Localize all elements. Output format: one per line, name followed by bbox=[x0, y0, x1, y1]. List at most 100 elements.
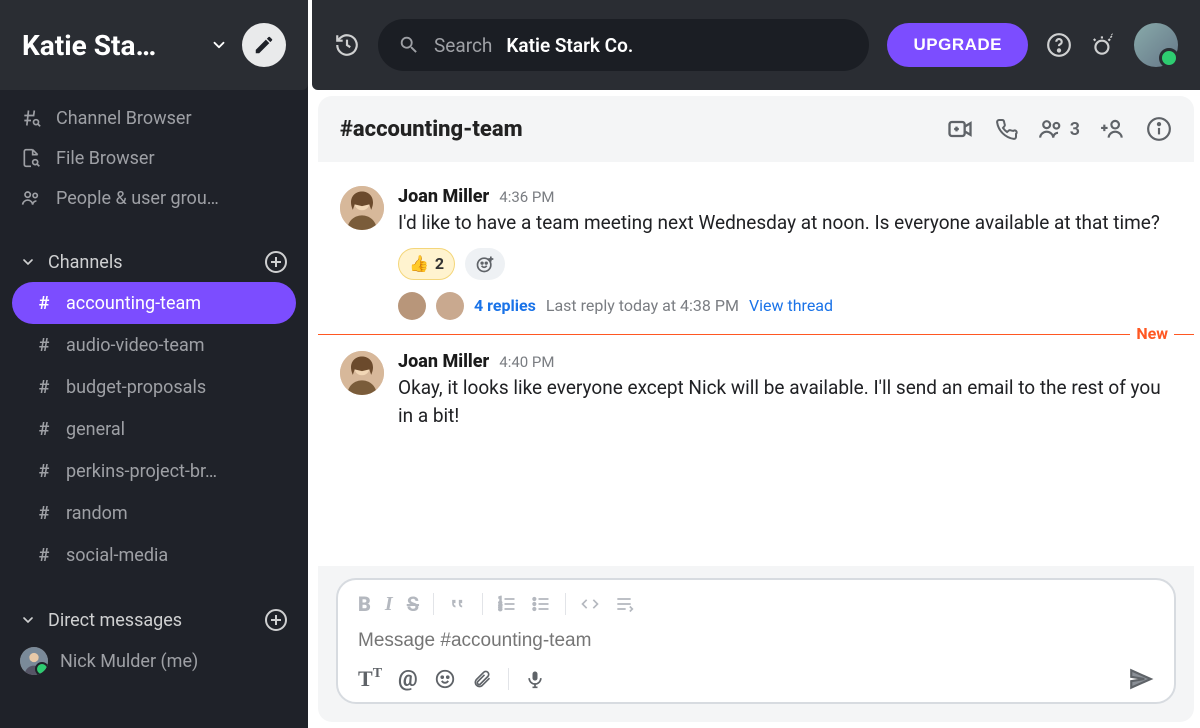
channel-title[interactable]: #accounting-team bbox=[340, 117, 926, 142]
sidebar: Katie Sta… Channel Browser File Browser … bbox=[0, 0, 308, 728]
reaction-count: 2 bbox=[435, 254, 444, 273]
channel-item-social-media[interactable]: # social-media bbox=[12, 534, 296, 576]
dm-section-header[interactable]: Direct messages bbox=[0, 600, 308, 640]
section-title: Channels bbox=[48, 252, 252, 273]
quote-button[interactable] bbox=[448, 594, 468, 614]
message-list[interactable]: Joan Miller 4:36 PM I'd like to have a t… bbox=[318, 162, 1194, 566]
dm-item-self[interactable]: Nick Mulder (me) bbox=[0, 640, 308, 682]
member-count: 3 bbox=[1070, 119, 1080, 140]
avatar[interactable] bbox=[340, 351, 384, 395]
channel-item-accounting-team[interactable]: # accounting-team bbox=[12, 282, 296, 324]
nav-people[interactable]: People & user grou… bbox=[0, 178, 308, 218]
channel-item-budget-proposals[interactable]: # budget-proposals bbox=[12, 366, 296, 408]
divider bbox=[433, 593, 434, 615]
message-author[interactable]: Joan Miller bbox=[398, 351, 489, 372]
composer-actions: TT @ bbox=[352, 658, 1160, 694]
nav-label: People & user grou… bbox=[56, 188, 219, 209]
reaction-thumbs-up[interactable]: 👍 2 bbox=[398, 248, 455, 280]
microphone-button[interactable] bbox=[525, 668, 545, 690]
emoji-button[interactable] bbox=[434, 668, 456, 690]
add-channel-button[interactable] bbox=[264, 250, 288, 274]
video-call-button[interactable] bbox=[946, 115, 974, 143]
thread-summary[interactable]: 4 replies Last reply today at 4:38 PM Vi… bbox=[398, 292, 1172, 320]
add-dm-button[interactable] bbox=[264, 608, 288, 632]
message-time: 4:40 PM bbox=[499, 353, 554, 371]
reactions: 👍 2 bbox=[398, 248, 1172, 280]
channel-name: random bbox=[66, 503, 128, 524]
hash-icon: # bbox=[36, 335, 52, 356]
compose-button[interactable] bbox=[242, 23, 286, 67]
section-title: Direct messages bbox=[48, 610, 252, 631]
channel-header: #accounting-team 3 bbox=[318, 96, 1194, 162]
channel-item-audio-video-team[interactable]: # audio-video-team bbox=[12, 324, 296, 366]
chevron-down-icon bbox=[20, 254, 36, 270]
history-icon[interactable] bbox=[334, 32, 360, 58]
channel-item-general[interactable]: # general bbox=[12, 408, 296, 450]
workspace-header[interactable]: Katie Sta… bbox=[0, 0, 308, 90]
channel-pane: #accounting-team 3 Joan Miller 4:36 PM I… bbox=[318, 96, 1194, 722]
avatar bbox=[398, 292, 426, 320]
channel-name: budget-proposals bbox=[66, 377, 206, 398]
chevron-down-icon bbox=[20, 612, 36, 628]
help-icon[interactable] bbox=[1046, 32, 1072, 58]
whats-new-icon[interactable] bbox=[1090, 32, 1116, 58]
attach-button[interactable] bbox=[472, 668, 492, 690]
message-time: 4:36 PM bbox=[499, 188, 554, 206]
ordered-list-button[interactable]: 123 bbox=[497, 594, 517, 614]
mention-button[interactable]: @ bbox=[398, 667, 418, 692]
message-input[interactable] bbox=[352, 624, 1160, 658]
code-block-button[interactable] bbox=[614, 594, 634, 614]
avatar bbox=[436, 292, 464, 320]
dm-label: Nick Mulder (me) bbox=[60, 651, 198, 672]
file-search-icon bbox=[20, 148, 42, 168]
divider bbox=[565, 593, 566, 615]
code-button[interactable] bbox=[580, 594, 600, 614]
message: Joan Miller 4:40 PM Okay, it looks like … bbox=[318, 343, 1194, 439]
audio-call-button[interactable] bbox=[994, 117, 1018, 141]
divider bbox=[482, 593, 483, 615]
bullet-list-button[interactable] bbox=[531, 594, 551, 614]
send-button[interactable] bbox=[1128, 666, 1154, 692]
italic-button[interactable]: I bbox=[385, 593, 393, 616]
thread-replies[interactable]: 4 replies bbox=[474, 296, 536, 315]
nav-file-browser[interactable]: File Browser bbox=[0, 138, 308, 178]
hash-icon: # bbox=[36, 377, 52, 398]
search-prefix: Search bbox=[434, 34, 492, 57]
new-label: New bbox=[1130, 324, 1174, 343]
message-text: I'd like to have a team meeting next Wed… bbox=[398, 209, 1172, 238]
sidebar-scroll[interactable]: Channel Browser File Browser People & us… bbox=[0, 90, 308, 728]
avatar[interactable] bbox=[340, 186, 384, 230]
channels-section-header[interactable]: Channels bbox=[0, 242, 308, 282]
channel-name: social-media bbox=[66, 545, 168, 566]
message-composer: B I S 123 TT @ bbox=[336, 578, 1176, 704]
format-toggle-button[interactable]: TT bbox=[358, 666, 382, 692]
hash-icon: # bbox=[36, 419, 52, 440]
new-messages-divider: New bbox=[318, 334, 1194, 335]
add-people-button[interactable] bbox=[1100, 116, 1126, 142]
channel-info-button[interactable] bbox=[1146, 116, 1172, 142]
members-button[interactable]: 3 bbox=[1038, 116, 1080, 142]
nav-channel-browser[interactable]: Channel Browser bbox=[0, 98, 308, 138]
channel-item-perkins-project[interactable]: # perkins-project-br… bbox=[12, 450, 296, 492]
format-toolbar: B I S 123 bbox=[352, 590, 1160, 624]
search-bar[interactable]: Search Katie Stark Co. bbox=[378, 19, 869, 71]
search-context: Katie Stark Co. bbox=[506, 34, 633, 57]
user-avatar[interactable] bbox=[1134, 23, 1178, 67]
channel-name: accounting-team bbox=[66, 293, 201, 314]
add-reaction-button[interactable] bbox=[465, 248, 505, 280]
main: Search Katie Stark Co. UPGRADE #accounti… bbox=[308, 0, 1200, 728]
view-thread-link[interactable]: View thread bbox=[749, 296, 833, 315]
chevron-down-icon[interactable] bbox=[210, 36, 228, 54]
channel-name: general bbox=[66, 419, 125, 440]
strike-button[interactable]: S bbox=[407, 592, 419, 616]
hash-icon: # bbox=[36, 461, 52, 482]
avatar bbox=[20, 647, 48, 675]
thread-meta: Last reply today at 4:38 PM bbox=[546, 296, 739, 315]
message-author[interactable]: Joan Miller bbox=[398, 186, 489, 207]
bold-button[interactable]: B bbox=[358, 592, 371, 616]
hash-search-icon bbox=[20, 108, 42, 128]
channel-name: audio-video-team bbox=[66, 335, 205, 356]
thumbs-up-icon: 👍 bbox=[409, 254, 429, 273]
channel-item-random[interactable]: # random bbox=[12, 492, 296, 534]
upgrade-button[interactable]: UPGRADE bbox=[887, 23, 1028, 67]
